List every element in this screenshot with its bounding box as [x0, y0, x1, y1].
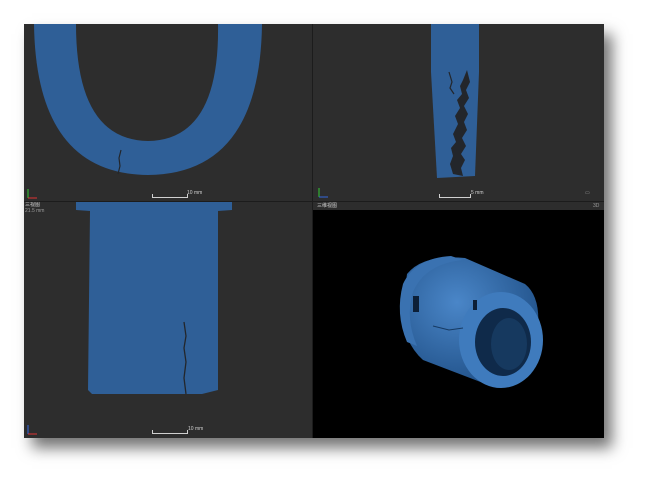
3d-render-area — [313, 210, 604, 438]
viewport-divider-vertical[interactable] — [312, 24, 313, 438]
axis-gizmo-icon — [317, 187, 329, 199]
ct-viewer-window: 10 mm 5 mm ▭ 三视图 21.5 mm 10 mm 三维视图 3D — [24, 24, 604, 438]
distance-label: 21.5 mm — [25, 208, 45, 214]
axis-gizmo-icon — [26, 188, 38, 200]
scale-bar — [152, 430, 188, 434]
3d-bushing-render — [399, 256, 543, 388]
scale-label: 10 mm — [187, 190, 203, 196]
sagittal-slice-image — [431, 24, 479, 178]
coronal-slice-image — [76, 202, 232, 395]
scale-label: 10 mm — [188, 426, 204, 432]
axial-slice-image — [34, 24, 262, 175]
viewport-3d[interactable]: 三维视图 3D — [313, 202, 604, 438]
viewport-axial[interactable]: 10 mm — [24, 24, 313, 202]
axis-gizmo-icon — [26, 424, 38, 436]
scale-bar — [439, 194, 471, 198]
viewport-divider-horizontal[interactable] — [24, 201, 604, 202]
corner-right-label: 3D — [593, 203, 600, 209]
corner-label: 三维视图 — [317, 203, 338, 209]
viewport-coronal[interactable]: 三视图 21.5 mm 10 mm — [24, 202, 313, 438]
scale-bar — [152, 194, 188, 198]
scale-label: 5 mm — [471, 190, 484, 196]
viewport-sagittal[interactable]: 5 mm ▭ — [313, 24, 604, 202]
corner-right-label: ▭ — [585, 190, 590, 196]
